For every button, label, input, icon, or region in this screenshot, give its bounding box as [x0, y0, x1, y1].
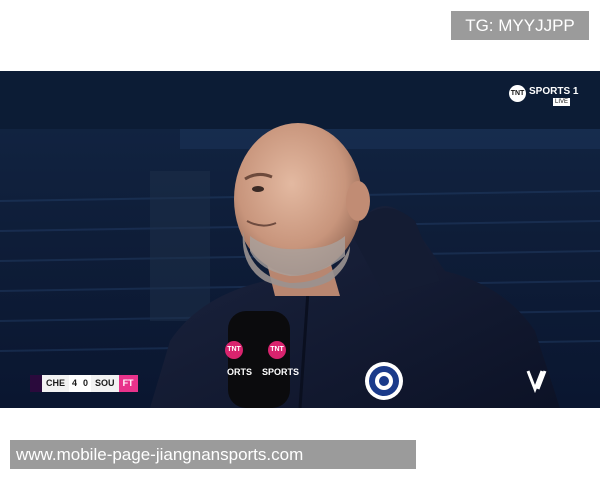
mic-label-right: SPORTS	[262, 367, 300, 377]
score-bug: CHE 4 0 SOU FT	[30, 375, 138, 392]
interview-scene	[0, 71, 600, 408]
interview-video-frame: TNT SPORTS 1 LIVE TNT ORTS TNT SPORTS CH…	[0, 71, 600, 408]
tnt-microphone	[228, 311, 290, 408]
league-logo-icon	[30, 375, 42, 392]
mic-label-left: ORTS	[227, 367, 253, 377]
tnt-logo-icon: TNT	[509, 85, 526, 102]
ear	[346, 181, 370, 221]
away-team: SOU	[91, 375, 119, 392]
channel-name: SPORTS 1	[529, 86, 579, 97]
home-score: 4	[69, 375, 81, 392]
mic-logo-left: TNT	[225, 341, 243, 359]
website-watermark: www.mobile-page-jiangnansports.com	[10, 440, 416, 469]
telegram-watermark: TG: MYYJJPP	[451, 11, 589, 40]
away-score: 0	[80, 375, 92, 392]
match-status-badge: FT	[118, 375, 138, 392]
live-badge: LIVE	[553, 98, 571, 106]
mic-logo-right: TNT	[268, 341, 286, 359]
home-team: CHE	[42, 375, 70, 392]
